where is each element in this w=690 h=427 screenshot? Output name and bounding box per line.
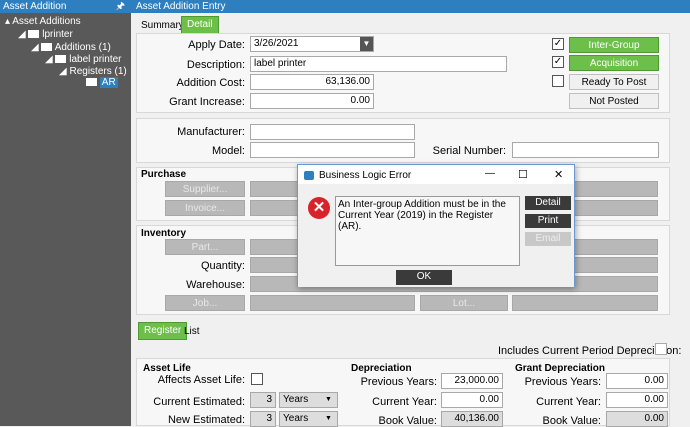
job-button[interactable]: Job...	[165, 295, 245, 311]
dialog-title: Business Logic Error	[319, 170, 412, 181]
affects-asset-life-checkbox[interactable]	[251, 373, 263, 385]
addition-cost-field[interactable]: 63,136.00	[250, 74, 374, 90]
acquisition-button[interactable]: Acquisition	[569, 55, 659, 71]
chevron-down-icon[interactable]: ▼	[325, 415, 332, 422]
left-panel: Asset Addition 🖈 ▴ Asset Additions ◢ lpri…	[0, 0, 131, 426]
grant-book-value-field: 0.00	[606, 411, 668, 427]
ok-button[interactable]: OK	[396, 270, 452, 285]
include-dep-checkbox[interactable]	[655, 343, 667, 355]
new-estimated-field: 3	[250, 411, 276, 427]
depreciation-title: Depreciation	[351, 363, 412, 374]
folder-icon	[41, 43, 53, 52]
serial-number-label: Serial Number:	[432, 145, 506, 157]
grant-increase-label: Grant Increase:	[169, 96, 245, 108]
tab-list[interactable]: List	[179, 324, 205, 340]
ready-checkbox[interactable]	[552, 75, 564, 87]
quantity-label: Quantity:	[200, 260, 245, 272]
app-icon	[304, 171, 314, 180]
warehouse-label: Warehouse:	[186, 279, 245, 291]
part-button[interactable]: Part...	[165, 239, 245, 255]
close-button[interactable]: ✕	[554, 168, 563, 181]
model-field[interactable]	[250, 142, 415, 158]
posted-status-button[interactable]: Not Posted	[569, 93, 659, 109]
affects-asset-life-label: Affects Asset Life:	[157, 374, 245, 386]
folder-icon	[86, 78, 97, 87]
addition-cost-label: Addition Cost:	[176, 77, 245, 89]
tree-item-additions[interactable]: ◢ Additions (1)	[31, 42, 111, 54]
detail-button[interactable]: Detail	[525, 196, 571, 210]
grant-current-year-field[interactable]: 0.00	[606, 392, 668, 408]
error-icon: ✕	[308, 197, 330, 219]
purchase-title: Purchase	[141, 169, 187, 180]
grant-previous-years-field[interactable]: 0.00	[606, 373, 668, 389]
acquisition-checkbox[interactable]: ✓	[552, 56, 564, 68]
description-label: Description:	[186, 59, 245, 71]
lot-button[interactable]: Lot...	[420, 295, 508, 311]
grant-increase-field[interactable]: 0.00	[250, 93, 374, 109]
intergroup-button[interactable]: Inter-Group	[569, 37, 659, 53]
grant-depreciation-title: Grant Depreciation	[515, 363, 606, 374]
business-logic-error-dialog: Business Logic Error — ☐ ✕ ✕ An Inter-gr…	[297, 164, 575, 287]
dep-current-year-label: Current Year:	[372, 396, 437, 408]
asset-life-title: Asset Life	[143, 363, 191, 374]
dep-previous-years-label: Previous Years:	[360, 376, 437, 388]
dep-current-year-field[interactable]: 0.00	[441, 392, 503, 408]
new-estimated-label: New Estimated:	[167, 414, 245, 426]
include-dep-label: Includes Current Period Depreciation:	[498, 345, 682, 357]
grant-current-year-label: Current Year:	[536, 396, 601, 408]
tree-item-ar[interactable]: AR	[86, 77, 118, 89]
folder-icon	[28, 30, 40, 39]
grant-book-value-label: Book Value:	[542, 415, 601, 427]
tree-item-label-printer[interactable]: ◢ label printer	[45, 54, 122, 66]
apply-date-field[interactable]: 3/26/2021	[250, 36, 374, 52]
maximize-button[interactable]: ☐	[518, 168, 528, 181]
pin-icon[interactable]: 🖈	[116, 0, 125, 13]
window-title: Asset Addition Entry	[131, 0, 690, 13]
description-field[interactable]: label printer	[250, 56, 507, 72]
current-estimated-field: 3	[250, 392, 276, 408]
intergroup-checkbox[interactable]: ✓	[552, 38, 564, 50]
invoice-button[interactable]: Invoice...	[165, 200, 245, 216]
left-panel-header: Asset Addition 🖈	[0, 0, 131, 13]
print-button[interactable]: Print	[525, 214, 571, 228]
dep-previous-years-field[interactable]: 23,000.00	[441, 373, 503, 389]
inventory-title: Inventory	[141, 228, 187, 239]
tab-detail[interactable]: Detail	[181, 16, 219, 34]
tree-item-lprinter[interactable]: ◢ lprinter	[18, 29, 73, 41]
email-button[interactable]: Email	[525, 232, 571, 246]
dep-book-value-field: 40,136.00	[441, 411, 503, 427]
supplier-button[interactable]: Supplier...	[165, 181, 245, 197]
folder-icon	[55, 55, 67, 64]
current-estimated-label: Current Estimated:	[153, 396, 245, 408]
chevron-down-icon[interactable]: ▼	[360, 37, 373, 51]
minimize-button[interactable]: —	[485, 168, 495, 179]
serial-number-field[interactable]	[512, 142, 659, 158]
manufacturer-field[interactable]	[250, 124, 415, 140]
ready-to-post-button[interactable]: Ready To Post	[569, 74, 659, 90]
model-label: Model:	[211, 145, 245, 157]
dep-book-value-label: Book Value:	[378, 415, 437, 427]
manufacturer-label: Manufacturer:	[177, 126, 245, 138]
error-message: An Inter-group Addition must be in the C…	[335, 196, 520, 266]
tree-item-asset-additions[interactable]: ▴ Asset Additions	[5, 16, 81, 28]
lot-field	[512, 295, 658, 311]
job-field	[250, 295, 415, 311]
apply-date-label: Apply Date:	[188, 39, 245, 51]
grant-previous-years-label: Previous Years:	[524, 376, 601, 388]
chevron-down-icon[interactable]: ▼	[325, 396, 332, 403]
